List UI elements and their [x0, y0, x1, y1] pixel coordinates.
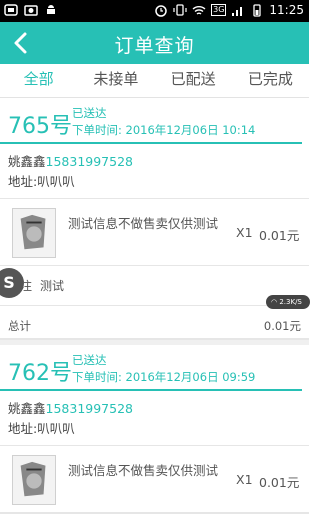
vibrate-icon: [173, 4, 187, 16]
tab-delivered[interactable]: 已配送: [155, 64, 232, 97]
order-total: 总计 0.01元: [0, 306, 309, 338]
total-value: 0.01元: [263, 319, 301, 333]
tab-completed[interactable]: 已完成: [232, 64, 309, 97]
signal-icon: [232, 7, 243, 16]
customer-address: 地址:叭叭叭: [8, 174, 75, 189]
customer-phone[interactable]: 15831997528: [46, 154, 133, 169]
customer-name: 姚鑫鑫: [8, 401, 46, 416]
product-image: [12, 208, 56, 258]
status-time: 11:25: [269, 3, 304, 17]
product-name: 测试信息不做售卖仅供测试: [68, 463, 219, 478]
customer-address: 地址:叭叭叭: [8, 421, 75, 436]
order-remark: 备注测试: [0, 266, 309, 306]
remark-value: 测试: [40, 279, 65, 293]
customer-info: 姚鑫鑫15831997528 地址:叭叭叭: [0, 391, 309, 439]
screenshot-icon: [24, 5, 38, 16]
order-number: 762号: [8, 361, 72, 386]
android-icon: [47, 5, 55, 14]
battery-icon: [253, 4, 262, 17]
product-row: 测试信息不做售卖仅供测试 X1 0.01元: [0, 198, 309, 266]
product-quantity: X1: [236, 225, 253, 240]
wifi-icon: [192, 6, 206, 15]
network-speed-indicator: ◠ 2.3K/S: [266, 295, 310, 309]
order-filter-tabs: 全部 未接单 已配送 已完成: [0, 64, 309, 101]
network-type-badge: 3G: [211, 4, 227, 16]
order-header: 765号 已送达 下单时间: 2016年12月06日 10:14: [0, 98, 302, 144]
order-time: 下单时间: 2016年12月06日 10:14: [72, 123, 256, 137]
order-status: 已送达: [72, 353, 107, 367]
network-speed-value: 2.3K/S: [279, 298, 302, 306]
tab-not-accepted[interactable]: 未接单: [77, 64, 154, 97]
page-title: 订单查询: [114, 35, 195, 57]
tab-all[interactable]: 全部: [0, 64, 77, 101]
product-quantity: X1: [236, 472, 253, 487]
order-number: 765号: [8, 114, 72, 139]
order-card[interactable]: 765号 已送达 下单时间: 2016年12月06日 10:14 姚鑫鑫1583…: [0, 98, 309, 339]
app-header: 订单查询: [0, 22, 309, 64]
order-time: 下单时间: 2016年12月06日 09:59: [72, 370, 256, 384]
customer-info: 姚鑫鑫15831997528 地址:叭叭叭: [0, 144, 309, 192]
product-price: 0.01元: [259, 475, 300, 490]
notification-icon: [4, 4, 18, 16]
order-header: 762号 已送达 下单时间: 2016年12月06日 09:59: [0, 345, 302, 391]
order-list: 765号 已送达 下单时间: 2016年12月06日 10:14 姚鑫鑫1583…: [0, 98, 309, 514]
total-label: 总计: [8, 319, 31, 333]
product-row: 测试信息不做售卖仅供测试 X1 0.01元: [0, 445, 309, 513]
order-card[interactable]: 762号 已送达 下单时间: 2016年12月06日 09:59 姚鑫鑫1583…: [0, 345, 309, 514]
alarm-icon: [155, 5, 167, 17]
customer-name: 姚鑫鑫: [8, 154, 46, 169]
customer-phone[interactable]: 15831997528: [46, 401, 133, 416]
product-price: 0.01元: [259, 228, 300, 243]
product-image: [12, 455, 56, 505]
order-status: 已送达: [72, 106, 107, 120]
product-name: 测试信息不做售卖仅供测试: [68, 216, 219, 231]
status-bar: 3G 11:25: [0, 0, 309, 22]
